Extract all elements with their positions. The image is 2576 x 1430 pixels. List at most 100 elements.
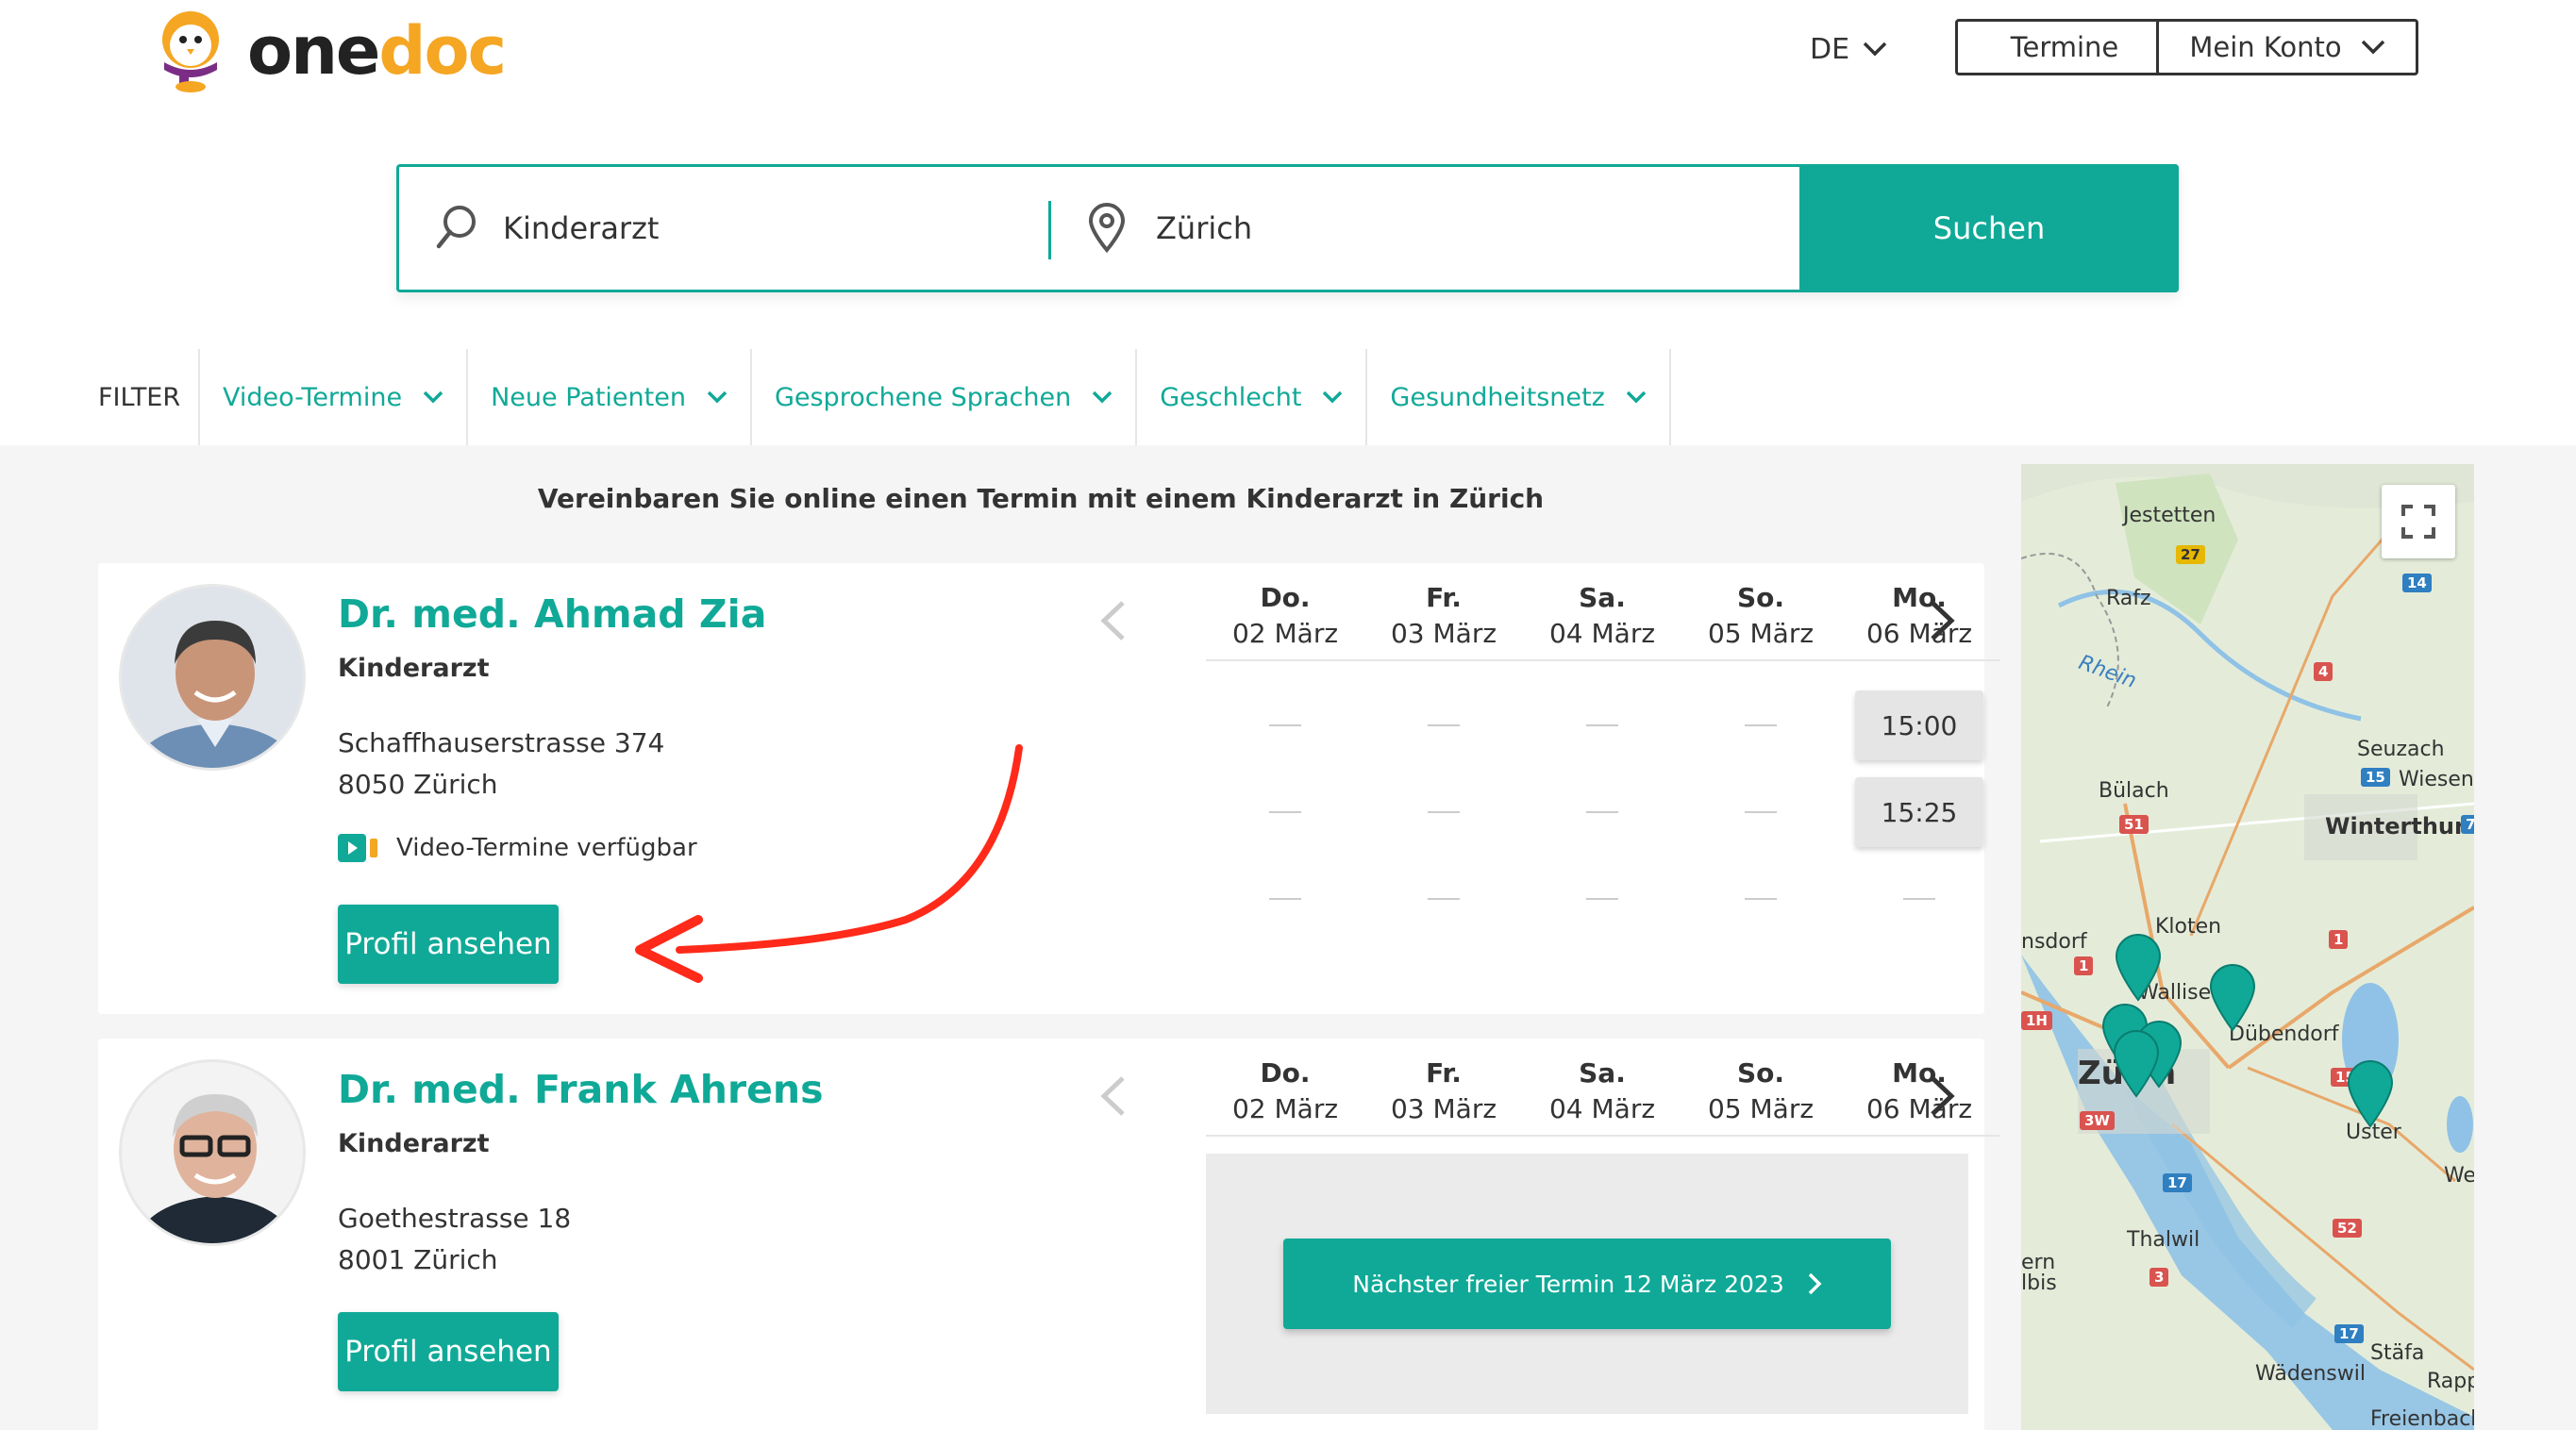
filter-neue-patienten[interactable]: Neue Patienten [468,349,752,445]
calendar-day: Sa. 04 März [1523,580,1681,659]
day-date: 03 März [1390,1093,1497,1124]
filter-bar: FILTER Video-Termine Neue Patienten Gesp… [0,349,2576,445]
day-name: Sa. [1579,1057,1626,1089]
red-annotation-arrow [635,744,1023,983]
day-date: 05 März [1707,618,1815,649]
slot-empty [1840,863,1999,935]
calendar-day: Fr. 03 März [1364,1056,1523,1135]
doctor-card: Dr. med. Ahmad Zia Kinderarzt Schaffhaus… [98,563,2000,1014]
results-map[interactable]: Jestetten Rafz Rhein Seuzach Wiesen Büla… [2021,464,2474,1430]
map-marker-pin-icon[interactable] [2208,964,2257,1032]
slot-empty [1523,690,1681,761]
slot-empty [1523,863,1681,935]
map-road-shield: 4 [2314,662,2333,681]
day-date: 04 März [1548,1093,1656,1124]
calendar-day: Fr. 03 März [1364,580,1523,659]
filter-label-text: Geschlecht [1160,382,1302,412]
map-road-shield: 15 [2361,768,2390,787]
map-label: Bülach [2099,779,2169,803]
day-name: Mo. [1892,1057,1947,1089]
chevron-down-icon [707,391,728,404]
next-appointment-label: Nächster freier Termin 12 März 2023 [1352,1270,1784,1298]
chevron-down-icon [1323,391,1343,404]
view-profile-button[interactable]: Profil ansehen [338,905,559,984]
chevron-down-icon [2361,40,2384,55]
language-label: DE [1810,32,1850,66]
search-button[interactable]: Suchen [1799,164,2179,292]
location-input[interactable] [1156,195,1684,261]
day-date: 05 März [1707,1093,1815,1124]
calendar-day: Mo. 06 März [1840,580,1999,659]
map-fullscreen-button[interactable] [2382,485,2455,558]
video-camera-icon [338,834,377,862]
page-intro-heading: Vereinbaren Sie online einen Termin mit … [537,483,1545,514]
chevron-left-icon[interactable] [1098,1074,1127,1118]
search-icon [436,206,476,249]
map-road-shield: 1 [2329,930,2349,949]
map-road-shield: 52 [2333,1219,2362,1238]
logo-text-one: one [247,12,380,90]
map-road-shield: 51 [2119,815,2149,834]
onedoc-logo[interactable]: onedoc [151,8,507,94]
map-marker-pin-icon[interactable] [2112,1030,2161,1098]
day-date: 02 März [1231,618,1339,649]
doctor-avatar[interactable] [119,584,306,771]
doctor-card: Dr. med. Frank Ahrens Kinderarzt Goethes… [98,1039,2000,1430]
search-divider [1048,201,1051,259]
filter-video-termine[interactable]: Video-Termine [200,349,469,445]
slot-empty [1206,863,1364,935]
map-label: Thalwil [2127,1228,2200,1252]
chevron-down-icon [1092,391,1112,404]
fullscreen-icon [2401,505,2435,539]
chevron-left-icon[interactable] [1098,599,1127,642]
map-road-shield: 3W [2080,1111,2115,1130]
filter-gesundheitsnetz[interactable]: Gesundheitsnetz [1367,349,1671,445]
doctor-photo [122,587,303,768]
day-date: 03 März [1390,618,1497,649]
map-label: Wädenswil [2255,1362,2366,1386]
day-name: Fr. [1426,582,1462,613]
map-label: Wiesen [2399,768,2474,791]
day-name: So. [1736,582,1785,613]
account-menu-button[interactable]: Mein Konto [2156,19,2418,75]
chevron-right-icon[interactable] [1929,599,1957,642]
view-profile-button[interactable]: Profil ansehen [338,1312,559,1391]
time-slot-button[interactable]: 15:25 [1855,777,1983,847]
doctor-name-link[interactable]: Dr. med. Frank Ahrens [338,1067,824,1112]
doctor-name-link[interactable]: Dr. med. Ahmad Zia [338,591,766,637]
map-label: Rafz [2106,587,2151,610]
slot-cell: 15:25 [1840,776,1999,848]
termine-button[interactable]: Termine [1955,19,2174,75]
doctor-avatar[interactable] [119,1059,306,1246]
map-marker-pin-icon[interactable] [2114,934,2163,1002]
next-free-appointment-button[interactable]: Nächster freier Termin 12 März 2023 [1283,1239,1891,1329]
slot-empty [1681,776,1840,848]
slot-empty [1206,690,1364,761]
filter-gesprochene-sprachen[interactable]: Gesprochene Sprachen [752,349,1138,445]
doctor-specialty: Kinderarzt [338,1129,490,1158]
time-slot-button[interactable]: 15:00 [1855,690,1983,760]
calendar-day: So. 05 März [1681,1056,1840,1135]
day-name: So. [1736,1057,1785,1089]
slot-empty [1364,863,1523,935]
day-name: Do. [1260,1057,1311,1089]
calendar-days-header: Do. 02 März Fr. 03 März Sa. 04 März So. 05 M… [1206,1056,2000,1137]
search-input[interactable] [503,195,1031,261]
chevron-down-icon [1626,391,1646,404]
doctor-street: Schaffhauserstrasse 374 [338,727,665,758]
slot-empty [1681,690,1840,761]
map-road-shield: 7 [2461,815,2474,834]
chevron-right-icon[interactable] [1929,1074,1957,1118]
doctor-city: 8050 Zürich [338,769,498,800]
filter-label-text: Neue Patienten [491,382,686,412]
filter-geschlecht[interactable]: Geschlecht [1137,349,1368,445]
calendar-days-header: Do. 02 März Fr. 03 März Sa. 04 März So. 05 M… [1206,580,2000,661]
language-selector[interactable]: DE [1810,26,1887,72]
slot-row: 15:00 [1206,690,2000,761]
day-name: Mo. [1892,582,1947,613]
slot-empty [1364,690,1523,761]
slot-empty [1206,776,1364,848]
day-name: Do. [1260,582,1311,613]
slot-row: 15:25 [1206,776,2000,848]
map-marker-pin-icon[interactable] [2346,1060,2395,1128]
